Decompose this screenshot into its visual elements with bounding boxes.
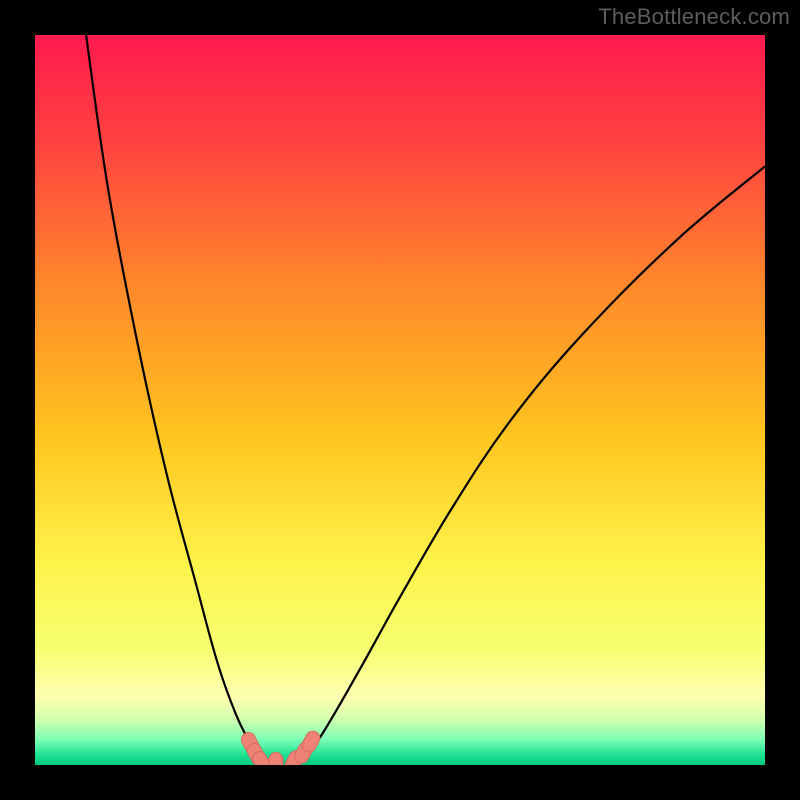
- gradient-background: [35, 35, 765, 765]
- data-marker: [269, 753, 283, 765]
- bottleneck-curve-chart: [35, 35, 765, 765]
- chart-frame: TheBottleneck.com: [0, 0, 800, 800]
- watermark-text: TheBottleneck.com: [598, 4, 790, 30]
- plot-area: [35, 35, 765, 765]
